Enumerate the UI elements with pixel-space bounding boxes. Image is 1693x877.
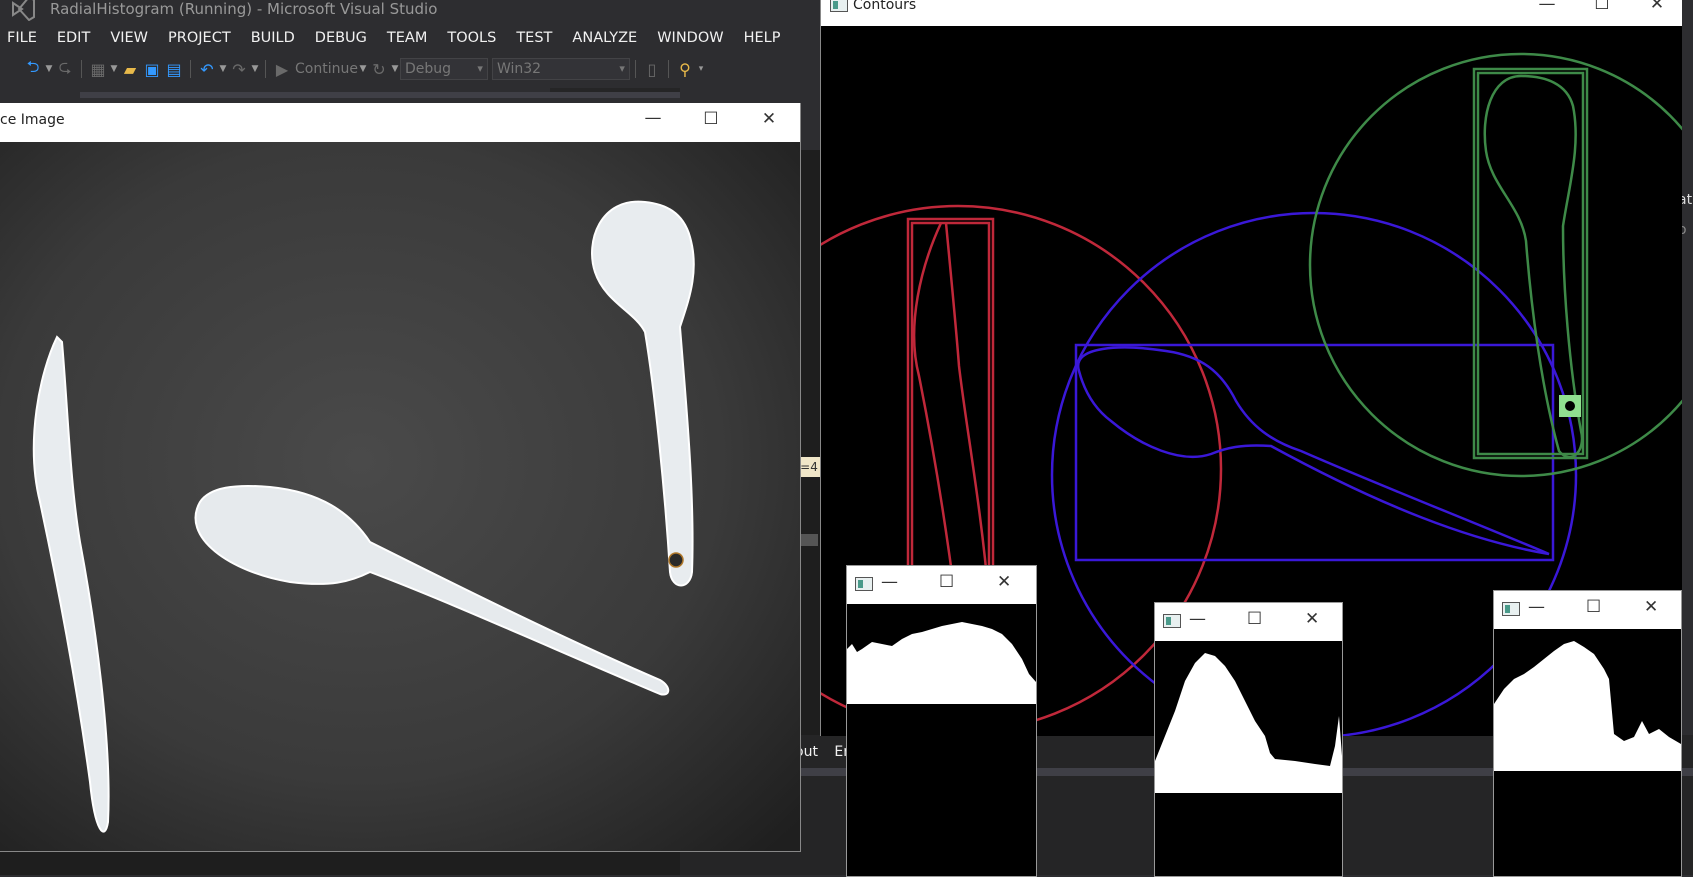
app-icon bbox=[830, 0, 848, 12]
menu-bar: FILE EDIT VIEW PROJECT BUILD DEBUG TEAM … bbox=[0, 26, 820, 50]
continue-dropdown-icon[interactable]: ▼ bbox=[358, 64, 368, 74]
redo-icon[interactable]: ↷ bbox=[228, 59, 250, 79]
blue-bounding-rect bbox=[1074, 343, 1555, 562]
menu-project[interactable]: PROJECT bbox=[158, 30, 241, 46]
maximize-button[interactable]: ☐ bbox=[1247, 609, 1262, 629]
close-button[interactable]: ✕ bbox=[754, 109, 784, 129]
toolbar-separator bbox=[634, 60, 636, 78]
continue-button[interactable]: Continue bbox=[295, 61, 358, 77]
toolbar-overflow-icon[interactable]: ▾ bbox=[696, 64, 706, 74]
maximize-button[interactable]: ☐ bbox=[1587, 0, 1617, 14]
minimize-button[interactable]: — bbox=[881, 572, 898, 592]
menu-team[interactable]: TEAM bbox=[377, 30, 437, 46]
redo-dropdown-icon[interactable]: ▼ bbox=[250, 64, 260, 74]
visual-studio-logo-icon bbox=[12, 0, 35, 21]
app-icon bbox=[1502, 602, 1520, 616]
maximize-button[interactable]: ☐ bbox=[939, 572, 954, 592]
close-button[interactable]: ✕ bbox=[1305, 609, 1319, 629]
restart-dropdown-icon[interactable]: ▼ bbox=[390, 64, 400, 74]
minimize-button[interactable]: — bbox=[1532, 0, 1562, 14]
toolbar-separator bbox=[667, 60, 669, 78]
menu-view[interactable]: VIEW bbox=[100, 30, 158, 46]
save-all-icon[interactable]: ▤ bbox=[163, 59, 185, 79]
toolbar-separator bbox=[190, 60, 191, 78]
editor-strip bbox=[80, 92, 680, 98]
histogram-1-titlebar[interactable]: — ☐ ✕ bbox=[847, 566, 1036, 604]
source-window-title: ce Image bbox=[0, 112, 65, 128]
menu-test[interactable]: TEST bbox=[506, 30, 562, 46]
menu-edit[interactable]: EDIT bbox=[47, 30, 100, 46]
histogram-3-plot bbox=[1494, 629, 1681, 876]
platform-select[interactable]: Win32 bbox=[491, 58, 630, 80]
maximize-button[interactable]: ☐ bbox=[1586, 597, 1601, 617]
menu-analyze[interactable]: ANALYZE bbox=[562, 30, 647, 46]
app-icon bbox=[1163, 614, 1181, 628]
menu-help[interactable]: HELP bbox=[734, 30, 791, 46]
contours-window-titlebar[interactable]: Contours — ☐ ✕ bbox=[821, 0, 1682, 26]
minimize-button[interactable]: — bbox=[1528, 597, 1545, 617]
histogram-window-2: — ☐ ✕ bbox=[1154, 602, 1343, 877]
source-image-window: ce Image — ☐ ✕ bbox=[0, 103, 801, 852]
open-file-icon[interactable]: ▰ bbox=[119, 59, 141, 79]
histogram-window-1: — ☐ ✕ bbox=[846, 565, 1037, 877]
navigate-back-dropdown-icon[interactable]: ▼ bbox=[44, 64, 54, 74]
green-enclosing-circle bbox=[1308, 52, 1682, 478]
configuration-select[interactable]: Debug bbox=[399, 58, 488, 80]
close-button[interactable]: ✕ bbox=[1642, 0, 1672, 14]
window-title: RadialHistogram (Running) - Microsoft Vi… bbox=[50, 0, 438, 18]
restart-icon[interactable]: ↻ bbox=[368, 59, 390, 79]
toolbar-separator bbox=[81, 60, 82, 78]
app-icon bbox=[855, 577, 873, 591]
editor-marker: =4 bbox=[798, 457, 820, 477]
close-button[interactable]: ✕ bbox=[997, 572, 1011, 592]
menu-build[interactable]: BUILD bbox=[241, 30, 305, 46]
continue-play-icon[interactable]: ▶ bbox=[271, 59, 293, 79]
menu-debug[interactable]: DEBUG bbox=[305, 30, 377, 46]
red-knife-contour bbox=[912, 222, 991, 605]
toolbar: ⮌ ▼ ⮎ ▦ ▼ ▰ ▣ ▤ ↶ ▼ ↷ ▼ ▶ Continue ▼ ↻ ▼… bbox=[0, 56, 820, 82]
vs-titlebar: RadialHistogram (Running) - Microsoft Vi… bbox=[0, 0, 820, 24]
histogram-2-plot bbox=[1155, 641, 1342, 876]
attach-icon[interactable]: ▯ bbox=[641, 59, 663, 79]
green-contour-group bbox=[1308, 52, 1682, 478]
minimize-button[interactable]: — bbox=[638, 108, 668, 128]
source-window-titlebar[interactable]: ce Image — ☐ ✕ bbox=[0, 103, 800, 142]
maximize-button[interactable]: ☐ bbox=[696, 109, 726, 129]
new-project-icon[interactable]: ▦ bbox=[87, 59, 109, 79]
undo-icon[interactable]: ↶ bbox=[196, 59, 218, 79]
status-area bbox=[0, 852, 680, 875]
contours-window-title: Contours bbox=[853, 0, 917, 13]
histogram-1-plot bbox=[847, 604, 1036, 876]
histogram-2-titlebar[interactable]: — ☐ ✕ bbox=[1155, 603, 1342, 641]
editor-scrollbar[interactable] bbox=[798, 534, 818, 546]
undo-dropdown-icon[interactable]: ▼ bbox=[218, 64, 228, 74]
menu-tools[interactable]: TOOLS bbox=[437, 30, 506, 46]
histogram-window-3: — ☐ ✕ bbox=[1493, 590, 1682, 877]
navigate-back-icon[interactable]: ⮌ bbox=[22, 57, 44, 79]
source-image bbox=[0, 142, 800, 851]
find-in-files-icon[interactable]: ⚲ bbox=[674, 59, 696, 79]
menu-window[interactable]: WINDOW bbox=[647, 30, 733, 46]
editor-gutter bbox=[800, 150, 820, 750]
save-icon[interactable]: ▣ bbox=[141, 59, 163, 79]
menu-file[interactable]: FILE bbox=[0, 30, 47, 46]
navigate-forward-icon[interactable]: ⮎ bbox=[54, 57, 76, 79]
toolbar-separator bbox=[265, 60, 266, 78]
close-button[interactable]: ✕ bbox=[1644, 597, 1658, 617]
histogram-3-titlebar[interactable]: — ☐ ✕ bbox=[1494, 591, 1681, 629]
new-project-dropdown-icon[interactable]: ▼ bbox=[109, 64, 119, 74]
minimize-button[interactable]: — bbox=[1189, 609, 1206, 629]
